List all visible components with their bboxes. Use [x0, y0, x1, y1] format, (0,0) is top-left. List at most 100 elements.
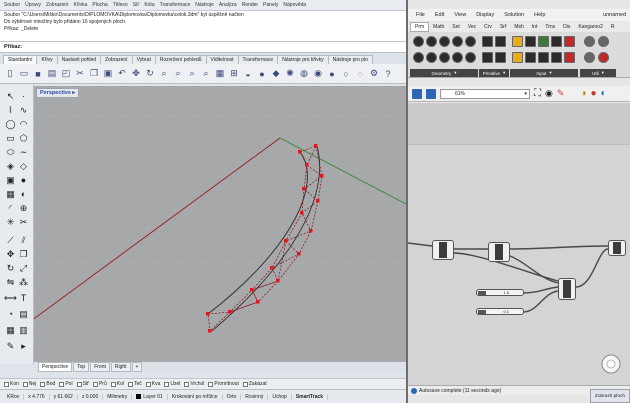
gh-tab-params[interactable]: Prm — [410, 22, 430, 32]
menu-item[interactable]: Analýza — [219, 2, 237, 8]
tab-right[interactable]: Right — [110, 362, 131, 372]
help-icon[interactable]: ? — [382, 67, 394, 80]
menu-item[interactable]: Render — [242, 2, 258, 8]
tab-perspective[interactable]: Perspective — [38, 362, 73, 372]
light-icon[interactable]: ✺ — [284, 67, 296, 80]
preview-mesh-icon[interactable]: ◐ — [601, 88, 607, 99]
gh-menu-solution[interactable]: Solution — [504, 12, 524, 18]
layout-icon[interactable]: ▥ — [17, 324, 30, 336]
show-surfaces-button[interactable]: Zobrazit ploch — [590, 389, 630, 403]
curve-icon[interactable]: ∿ — [17, 104, 30, 116]
tab-surface-tools[interactable]: Nástroje pro plo — [327, 55, 373, 64]
options-icon[interactable]: ⚙ — [368, 67, 380, 80]
tab-curve-tools[interactable]: Nástroje pro křivky — [277, 55, 329, 64]
polygon-icon[interactable]: ⬠ — [17, 132, 30, 144]
geometry-param-icon[interactable] — [452, 36, 463, 47]
menu-item[interactable]: Kóta — [144, 2, 154, 8]
geometry-param-icon[interactable] — [452, 52, 463, 63]
gh-tab-math[interactable]: Math — [429, 23, 448, 31]
gh-tab-intersect[interactable]: Int — [528, 23, 542, 31]
material-icon[interactable]: ◍ — [298, 67, 310, 80]
block-icon[interactable]: ▦ — [4, 324, 17, 336]
rotate-view-icon[interactable]: ↻ — [144, 67, 156, 80]
tab-front[interactable]: Front — [90, 362, 110, 372]
gh-component[interactable] — [608, 240, 626, 256]
tab-set-view[interactable]: Nastavit pohled — [56, 55, 102, 64]
gh-tab-surface[interactable]: Srf — [496, 23, 510, 31]
gh-menu-edit[interactable]: Edit — [435, 12, 444, 18]
scale-icon[interactable]: ⤢ — [17, 262, 30, 274]
util-icon[interactable] — [584, 36, 595, 47]
tab-viewport-layout[interactable]: Rozvržení pohledů — [154, 55, 207, 64]
value-list-icon[interactable] — [538, 52, 549, 63]
gh-tab-more[interactable]: R — [607, 23, 619, 31]
open-file-icon[interactable]: ▭ — [18, 67, 30, 80]
tab-top[interactable]: Top — [73, 362, 90, 372]
image-sampler-icon[interactable] — [564, 52, 575, 63]
fillet-icon[interactable]: ◜ — [4, 202, 17, 214]
menu-item[interactable]: Plocha — [92, 2, 107, 8]
gh-tab-vector[interactable]: Vec — [464, 23, 480, 31]
gradient-icon[interactable] — [512, 52, 523, 63]
primitive-param-icon[interactable] — [482, 36, 493, 47]
layers-icon[interactable]: ◆ — [270, 67, 282, 80]
menu-item[interactable]: Křivka — [73, 2, 87, 8]
osnap-mid[interactable]: Pol — [59, 381, 73, 387]
osnap-knot[interactable]: Uzel — [164, 381, 180, 387]
import-icon[interactable]: ◰ — [60, 67, 72, 80]
status-layer[interactable]: Layer 01 — [132, 393, 168, 400]
zoom-dropdown[interactable]: 61% ▾ — [440, 88, 530, 99]
pan-icon[interactable]: ✥ — [130, 67, 142, 80]
move-icon[interactable]: ✥ — [4, 248, 17, 260]
more-tools-icon[interactable]: ✎ — [4, 340, 17, 352]
status-osnap[interactable]: Uchop — [268, 393, 292, 400]
properties-icon[interactable]: ◒ — [242, 67, 254, 80]
grid-icon[interactable]: ▦ — [214, 67, 226, 80]
tab-curves[interactable]: Křivy — [36, 55, 58, 64]
surface-icon[interactable]: ◈ — [4, 160, 17, 172]
osnap-vertex[interactable]: Vrchol — [184, 381, 204, 387]
number-slider[interactable]: 0.1 — [476, 308, 524, 315]
array-icon[interactable]: ⁂ — [17, 276, 30, 288]
gh-tab-transform[interactable]: Trns — [541, 23, 559, 31]
free-curve-icon[interactable]: ∼ — [17, 146, 30, 158]
primitive-param-icon[interactable] — [495, 36, 506, 47]
zoom-extents-icon[interactable]: ⛶ — [534, 88, 541, 99]
zoom-selected-icon[interactable]: ⌕ — [200, 67, 212, 80]
gh-component[interactable] — [558, 278, 576, 300]
gh-canvas[interactable]: 1.5 0.1 — [408, 103, 630, 385]
copy-icon[interactable]: ❐ — [88, 67, 100, 80]
gh-tab-kangaroo[interactable]: Kangaroo2 — [574, 23, 606, 31]
preview-shaded-icon[interactable]: ◑ — [580, 88, 586, 99]
text-icon[interactable]: T — [17, 292, 30, 304]
panel-icon[interactable] — [512, 36, 523, 47]
tab-select[interactable]: Vybrat — [131, 55, 156, 64]
status-ortho[interactable]: Orto — [223, 393, 242, 400]
dimension-icon[interactable]: ⟷ — [4, 292, 17, 304]
graph-icon[interactable] — [525, 52, 536, 63]
util-icon[interactable] — [584, 52, 595, 63]
command-prompt[interactable]: Příkaz: — [0, 42, 406, 53]
gh-menu-display[interactable]: Display — [476, 12, 494, 18]
input-icon[interactable] — [551, 36, 562, 47]
point-icon[interactable]: · — [17, 90, 30, 102]
gh-tab-display[interactable]: Dis — [559, 23, 574, 31]
menu-item[interactable]: Zobrazení — [46, 2, 69, 8]
osnap-point[interactable]: Bod — [40, 381, 55, 387]
menu-item[interactable]: Soubor — [4, 2, 20, 8]
geometry-param-icon[interactable] — [439, 36, 450, 47]
cplane-icon[interactable]: ⊞ — [228, 67, 240, 80]
loft-icon[interactable]: ◇ — [17, 160, 30, 172]
menu-item[interactable]: Síť — [133, 2, 140, 8]
mesh-icon[interactable]: ▦ — [4, 188, 17, 200]
geometry-param-icon[interactable] — [413, 36, 424, 47]
sphere-icon[interactable]: ○ — [340, 67, 352, 80]
zoom-icon[interactable]: ⌕ — [158, 67, 170, 80]
osnap-end[interactable]: Kon — [4, 381, 19, 387]
gh-tab-mesh[interactable]: Msh — [510, 23, 527, 31]
primitive-param-icon[interactable] — [495, 52, 506, 63]
menu-item[interactable]: Těleso — [113, 2, 128, 8]
osnap-intersection[interactable]: Prů — [92, 381, 107, 387]
select-icon[interactable]: ↖ — [4, 90, 17, 102]
analyze-icon[interactable]: ◔ — [4, 308, 17, 320]
